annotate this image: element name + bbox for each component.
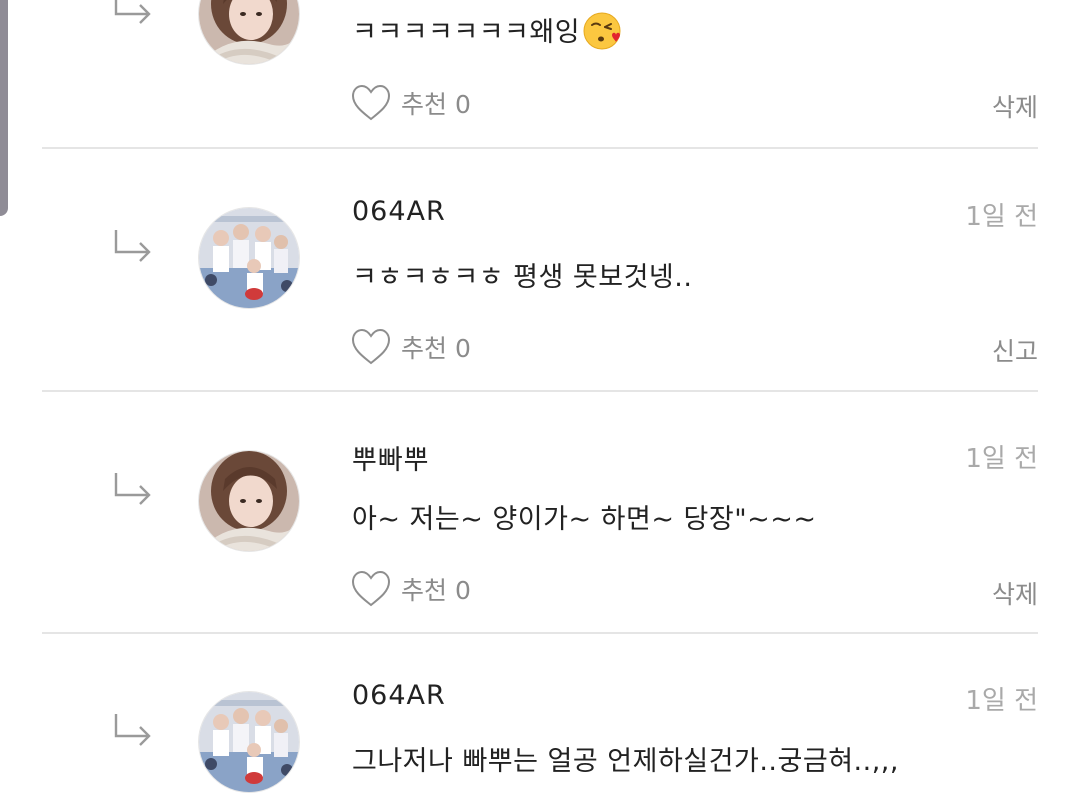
avatar-image [199, 451, 299, 551]
comment-author[interactable]: 064AR [352, 680, 446, 711]
comment-text: ㅋㅎㅋㅎㅋㅎ 평생 못보것넹.. [352, 262, 693, 293]
avatar-image [199, 208, 299, 308]
avatar[interactable] [199, 208, 299, 308]
comment-text: 아~ 저는~ 양이가~ 하면~ 당장"~~~ [352, 504, 817, 535]
delete-button[interactable]: 삭제 [992, 88, 1038, 124]
avatar[interactable] [199, 451, 299, 551]
side-scroll-indicator [0, 0, 8, 216]
comment-time: 1일 전 [965, 444, 1038, 474]
avatar[interactable] [199, 0, 299, 64]
like-count-label: 추천 0 [401, 576, 471, 605]
heart-outline-icon [351, 328, 391, 365]
report-button[interactable]: 신고 [992, 332, 1038, 368]
like-button[interactable]: 추천 0 [351, 83, 471, 123]
like-button[interactable]: 추천 0 [351, 569, 471, 609]
comment-text: 그나저나 빠뿌는 얼공 언제하실건가..궁금혀..,,, [352, 746, 899, 777]
delete-button[interactable]: 삭제 [992, 575, 1038, 611]
comment-time: 1일 전 [965, 202, 1038, 232]
like-count-label: 추천 0 [401, 90, 471, 119]
comment-author[interactable]: 뿌빠뿌 [352, 438, 430, 477]
avatar[interactable] [199, 692, 299, 792]
comment-author[interactable]: 064AR [352, 196, 446, 227]
comment-text-content: ㅋㅋㅋㅋㅋㅋㅋ왜잉 [352, 17, 581, 48]
reply-arrow-icon [114, 0, 151, 24]
like-count-label: 추천 0 [401, 334, 471, 363]
divider [42, 632, 1038, 634]
comment-text: ㅋㅋㅋㅋㅋㅋㅋ왜잉 [352, 10, 622, 51]
comment-time: 1일 전 [965, 686, 1038, 716]
kissing-face-heart-icon [583, 12, 621, 50]
divider [42, 390, 1038, 392]
reply-arrow-icon [114, 473, 151, 505]
heart-outline-icon [351, 84, 391, 121]
avatar-image [199, 0, 299, 64]
heart-outline-icon [351, 570, 391, 607]
divider [42, 147, 1038, 149]
avatar-image [199, 692, 299, 792]
reply-arrow-icon [114, 230, 151, 262]
reply-arrow-icon [114, 714, 151, 746]
like-button[interactable]: 추천 0 [351, 327, 471, 367]
comment-thread: ㅋㅋㅋㅋㅋㅋㅋ왜잉 추천 0 삭제 064AR 1일 전 ㅋㅎㅋㅎㅋㅎ 평생 못… [0, 0, 1080, 810]
